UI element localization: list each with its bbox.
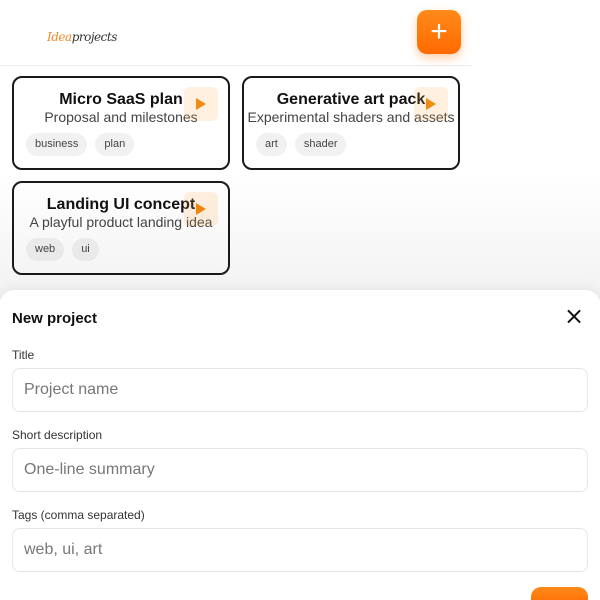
add-project-button[interactable]: +	[417, 10, 461, 54]
tags-label: Tags (comma separated)	[12, 508, 145, 522]
play-icon[interactable]	[184, 192, 218, 226]
app-logo[interactable]: Ideaprojects	[47, 30, 117, 44]
title-label: Title	[12, 348, 35, 362]
play-icon[interactable]	[414, 87, 448, 121]
tags-input[interactable]	[12, 528, 588, 572]
tag[interactable]: plan	[95, 133, 135, 156]
tag-list: web ui	[26, 238, 99, 261]
project-card[interactable]: Landing UI concept A playful product lan…	[12, 181, 230, 275]
project-card[interactable]: Generative art pack Experimental shaders…	[242, 76, 460, 170]
project-card[interactable]: Micro SaaS plan Proposal and milestones …	[12, 76, 230, 170]
create-project-button[interactable]	[531, 587, 588, 600]
title-input[interactable]	[12, 368, 588, 412]
tag[interactable]: ui	[72, 238, 99, 261]
tag-list: art shader	[256, 133, 347, 156]
description-label: Short description	[12, 428, 103, 442]
description-input[interactable]	[12, 448, 588, 492]
play-icon[interactable]	[184, 87, 218, 121]
new-project-sheet: New project × Title Short description Ta…	[0, 290, 600, 600]
tag[interactable]: web	[26, 238, 65, 261]
top-bar: Ideaprojects	[0, 0, 472, 66]
tag[interactable]: art	[256, 133, 287, 156]
tag-list: business plan	[26, 133, 135, 156]
sheet-title: New project	[12, 310, 98, 327]
tag[interactable]: business	[26, 133, 88, 156]
plus-icon: +	[430, 15, 448, 48]
close-icon[interactable]: ×	[563, 304, 585, 328]
tag[interactable]: shader	[294, 133, 347, 156]
